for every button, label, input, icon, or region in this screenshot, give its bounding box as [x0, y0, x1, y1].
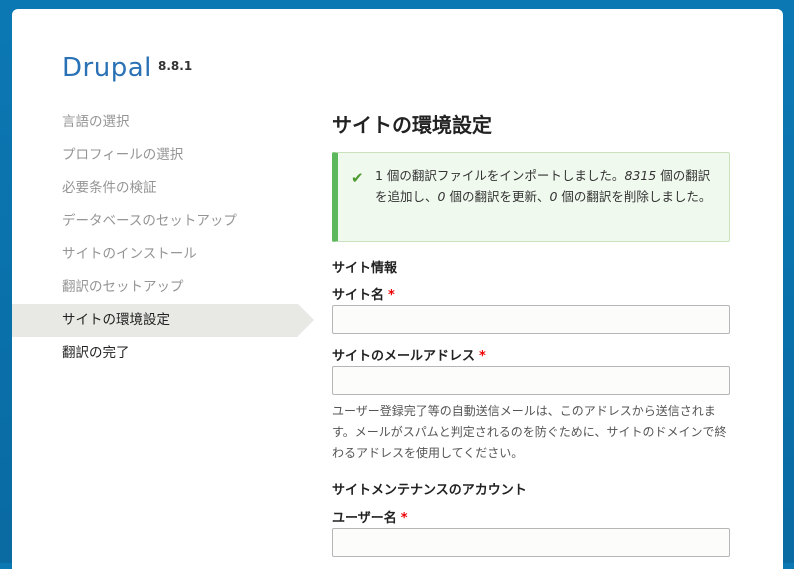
install-steps: 言語の選択 プロフィールの選択 必要条件の検証 データベースのセットアップ サイ… [12, 106, 314, 370]
site-mail-label: サイトのメールアドレス * [332, 349, 486, 364]
status-message: ✔ 1 個の翻訳ファイルをインポートしました。8315 個の翻訳を追加し、0 個… [332, 152, 730, 242]
step-verify-requirements: 必要条件の検証 [62, 180, 157, 196]
maintenance-account-heading: サイトメンテナンスのアカウント [332, 483, 527, 498]
check-icon: ✔ [351, 169, 364, 187]
site-name-input[interactable] [332, 305, 730, 334]
site-mail-description: ユーザー登録完了等の自動送信メールは、このアドレスから送信されます。メールがスパ… [332, 404, 727, 460]
drupal-version: 8.8.1 [158, 59, 193, 73]
required-marker: * [479, 349, 486, 364]
page-title: サイトの環境設定 [332, 113, 492, 137]
drupal-logo-text: Drupal [62, 53, 152, 83]
required-marker: * [388, 288, 395, 303]
step-database-setup: データベースのセットアップ [62, 213, 237, 229]
step-finish-translations: 翻訳の完了 [62, 345, 130, 361]
step-choose-profile: プロフィールの選択 [62, 147, 184, 163]
site-name-label: サイト名 * [332, 288, 395, 303]
installer-card: Drupal 8.8.1 言語の選択 プロフィールの選択 必要条件の検証 データ… [12, 9, 783, 569]
status-message-text: 1 個の翻訳ファイルをインポートしました。8315 個の翻訳を追加し、0 個の翻… [375, 168, 712, 204]
username-input[interactable] [332, 528, 730, 557]
step-choose-language: 言語の選択 [62, 114, 130, 130]
brand: Drupal 8.8.1 [62, 53, 192, 83]
step-translation-setup: 翻訳のセットアップ [62, 279, 184, 295]
site-mail-input[interactable] [332, 366, 730, 395]
step-install-site: サイトのインストール [62, 246, 197, 262]
required-marker: * [400, 511, 408, 526]
step-configure-site: サイトの環境設定 [12, 304, 314, 337]
username-label: ユーザー名 * [332, 511, 408, 526]
site-info-heading: サイト情報 [332, 261, 398, 276]
